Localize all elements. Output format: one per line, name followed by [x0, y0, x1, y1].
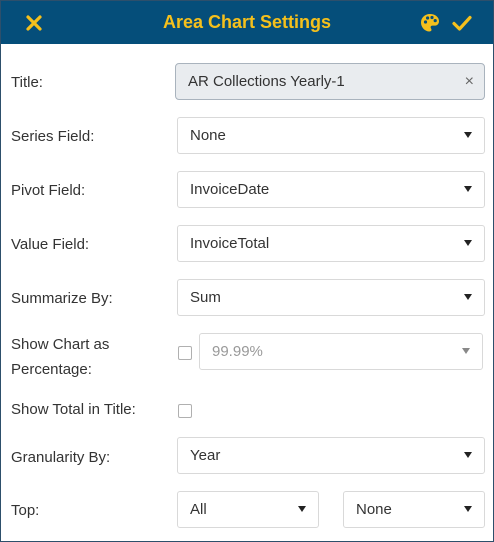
area-chart-settings-dialog: Area Chart Settings Title: AR Collection… — [0, 0, 494, 542]
summarize-by-select[interactable]: Sum — [177, 279, 485, 316]
title-input[interactable]: AR Collections Yearly-1 × — [175, 63, 485, 100]
percentage-value: 99.99% — [212, 343, 263, 360]
chevron-down-icon — [464, 452, 472, 458]
chevron-down-icon — [464, 186, 472, 192]
dialog-header: Area Chart Settings — [1, 1, 493, 44]
show-total-checkbox[interactable] — [178, 404, 192, 418]
pivot-field-label: Pivot Field: — [11, 182, 86, 199]
series-field-select[interactable]: None — [177, 117, 485, 154]
series-field-label: Series Field: — [11, 128, 95, 145]
top-count-value: All — [190, 501, 207, 518]
palette-icon[interactable] — [419, 12, 441, 34]
value-field-select[interactable]: InvoiceTotal — [177, 225, 485, 262]
show-total-label: Show Total in Title: — [11, 401, 136, 418]
chevron-down-icon — [464, 506, 472, 512]
chevron-down-icon — [464, 240, 472, 246]
granularity-by-label: Granularity By: — [11, 449, 111, 466]
series-field-value: None — [190, 127, 226, 144]
chevron-down-icon — [464, 132, 472, 138]
top-count-select[interactable]: All — [177, 491, 319, 528]
show-percentage-checkbox[interactable] — [178, 346, 192, 360]
percentage-select[interactable]: 99.99% — [199, 333, 483, 370]
close-icon[interactable] — [23, 12, 45, 34]
granularity-by-select[interactable]: Year — [177, 437, 485, 474]
top-field-value: None — [356, 501, 392, 518]
value-field-value: InvoiceTotal — [190, 235, 270, 252]
chevron-down-icon — [462, 348, 470, 354]
summarize-by-value: Sum — [190, 289, 221, 306]
show-percentage-label-line2: Percentage: — [11, 361, 92, 378]
chevron-down-icon — [464, 294, 472, 300]
top-label: Top: — [11, 502, 40, 519]
pivot-field-value: InvoiceDate — [190, 181, 270, 198]
clear-title-icon[interactable]: × — [465, 64, 474, 99]
granularity-by-value: Year — [190, 447, 221, 464]
show-percentage-label-line1: Show Chart as — [11, 336, 110, 353]
pivot-field-select[interactable]: InvoiceDate — [177, 171, 485, 208]
checkmark-icon[interactable] — [451, 12, 473, 34]
top-field-select[interactable]: None — [343, 491, 485, 528]
value-field-label: Value Field: — [11, 236, 90, 253]
title-label: Title: — [11, 74, 43, 91]
summarize-by-label: Summarize By: — [11, 290, 113, 307]
chevron-down-icon — [298, 506, 306, 512]
title-input-value: AR Collections Yearly-1 — [188, 73, 345, 90]
